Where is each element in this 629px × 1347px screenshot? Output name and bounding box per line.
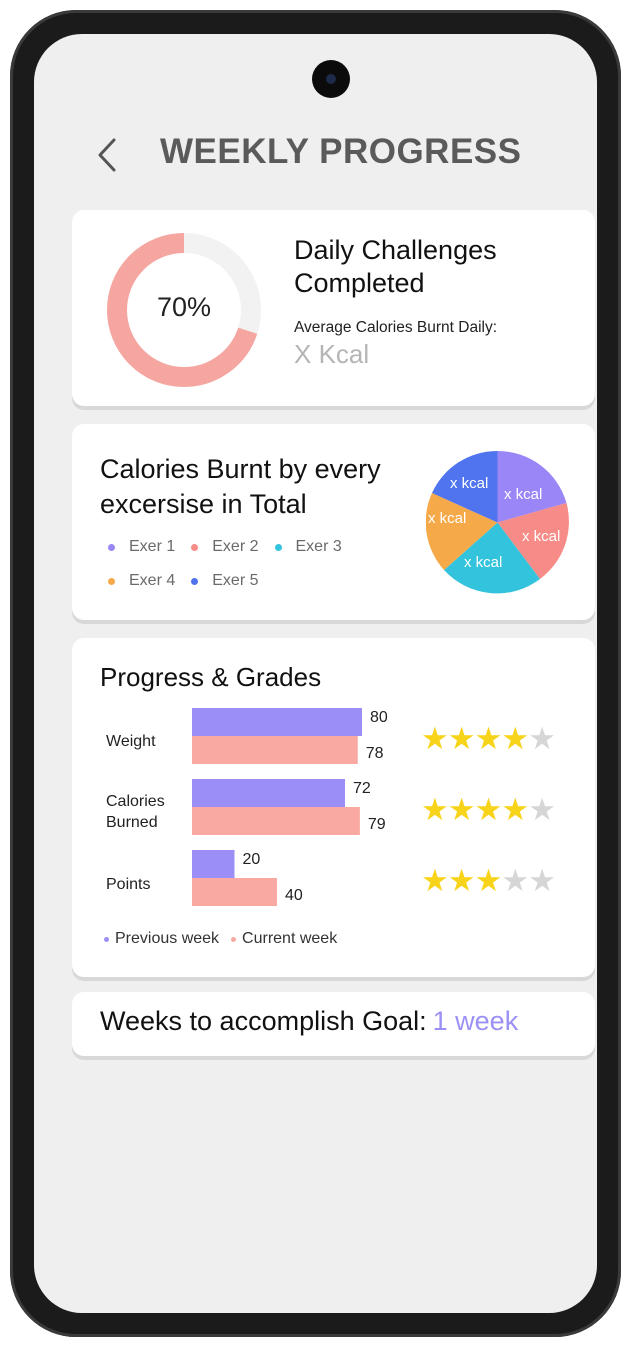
bar-previous (192, 708, 362, 736)
exercise-legend-row-1: Exer 1 Exer 2 Exer 3 (108, 538, 358, 556)
progress-grades-card: Progress & Grades 80 78 72 79 20 40 Weight Ca… (72, 638, 595, 977)
star-icon: ★ (474, 863, 503, 898)
screen: WEEKLY PROGRESS 70% Daily Challenges Com… (34, 34, 597, 1313)
row-label-weight: Weight (106, 733, 156, 750)
star-icon: ★ (447, 721, 476, 756)
star-icon: ★ (447, 863, 476, 898)
star-icon: ★ (501, 721, 529, 756)
calories-title: Calories Burnt by every excersise in Tot… (100, 454, 381, 519)
bar-current (192, 736, 358, 764)
legend-item: Exer 3 (274, 538, 342, 556)
bar-previous (192, 779, 345, 807)
bar-current-value: 78 (366, 745, 384, 762)
legend-item: Exer 5 (191, 572, 259, 590)
calories-pie-chart: x kcal x kcal x kcal x kcal x kcal (426, 451, 569, 594)
pie-label: x kcal (450, 475, 488, 492)
star-icon: ★ (474, 721, 503, 756)
completion-percent: 70% (156, 292, 212, 322)
legend-item: Exer 2 (191, 538, 259, 556)
goal-card: Weeks to accomplish Goal: 1 week (72, 992, 595, 1056)
exercise-legend-row-2: Exer 4 Exer 5 (108, 572, 275, 590)
bar-current (192, 878, 277, 906)
star-rating-points: ★★★★★ (421, 863, 556, 898)
goal-value: 1 week (432, 1006, 519, 1036)
daily-challenges-card: 70% Daily Challenges Completed Average C… (72, 210, 595, 406)
bar-previous-value: 72 (353, 780, 371, 797)
bar-previous-value: 80 (370, 709, 388, 726)
camera-lens (326, 74, 336, 84)
legend-current-week: Current week (231, 930, 337, 948)
legend-item: Exer 1 (108, 538, 175, 556)
pie-label: x kcal (428, 510, 466, 527)
legend-previous-week: Previous week (104, 930, 219, 948)
goal-label: Weeks to accomplish Goal: (100, 1006, 427, 1036)
bar-current-value: 40 (285, 887, 303, 904)
bar-previous-value: 20 (243, 851, 261, 868)
pie-label: x kcal (522, 528, 560, 545)
star-icon: ★ (528, 792, 556, 827)
avg-calories-label: Average Calories Burnt Daily: (294, 319, 498, 336)
phone-frame: WEEKLY PROGRESS 70% Daily Challenges Com… (10, 10, 621, 1337)
legend-item: Exer 4 (108, 572, 175, 590)
star-icon: ★ (501, 863, 529, 898)
star-rating-weight: ★★★★★ (421, 721, 556, 756)
row-label-calories-burned: Calories Burned (106, 793, 165, 831)
progress-legend: Previous week Current week (104, 930, 349, 948)
progress-title: Progress & Grades (100, 662, 322, 692)
chevron-left-icon (98, 138, 116, 172)
challenges-title: Daily Challenges Completed (294, 235, 497, 298)
star-icon: ★ (421, 792, 449, 827)
star-icon: ★ (421, 863, 449, 898)
avg-calories-value: X Kcal (294, 339, 370, 369)
star-icon: ★ (528, 721, 556, 756)
pie-label: x kcal (464, 554, 502, 571)
pie-label: x kcal (504, 486, 542, 503)
front-camera (312, 60, 350, 98)
star-icon: ★ (421, 721, 449, 756)
bar-previous (192, 850, 235, 878)
bar-current (192, 807, 360, 835)
star-icon: ★ (528, 863, 556, 898)
bar-current-value: 79 (368, 816, 386, 833)
star-icon: ★ (501, 792, 529, 827)
star-icon: ★ (447, 792, 476, 827)
star-rating-calories: ★★★★★ (421, 792, 556, 827)
row-label-points: Points (106, 876, 151, 893)
calories-by-exercise-card: Calories Burnt by every excersise in Tot… (72, 424, 595, 620)
page-title: WEEKLY PROGRESS (160, 132, 522, 171)
star-icon: ★ (474, 792, 503, 827)
back-button[interactable] (90, 132, 124, 178)
goal-text: Weeks to accomplish Goal: 1 week (100, 1006, 518, 1037)
